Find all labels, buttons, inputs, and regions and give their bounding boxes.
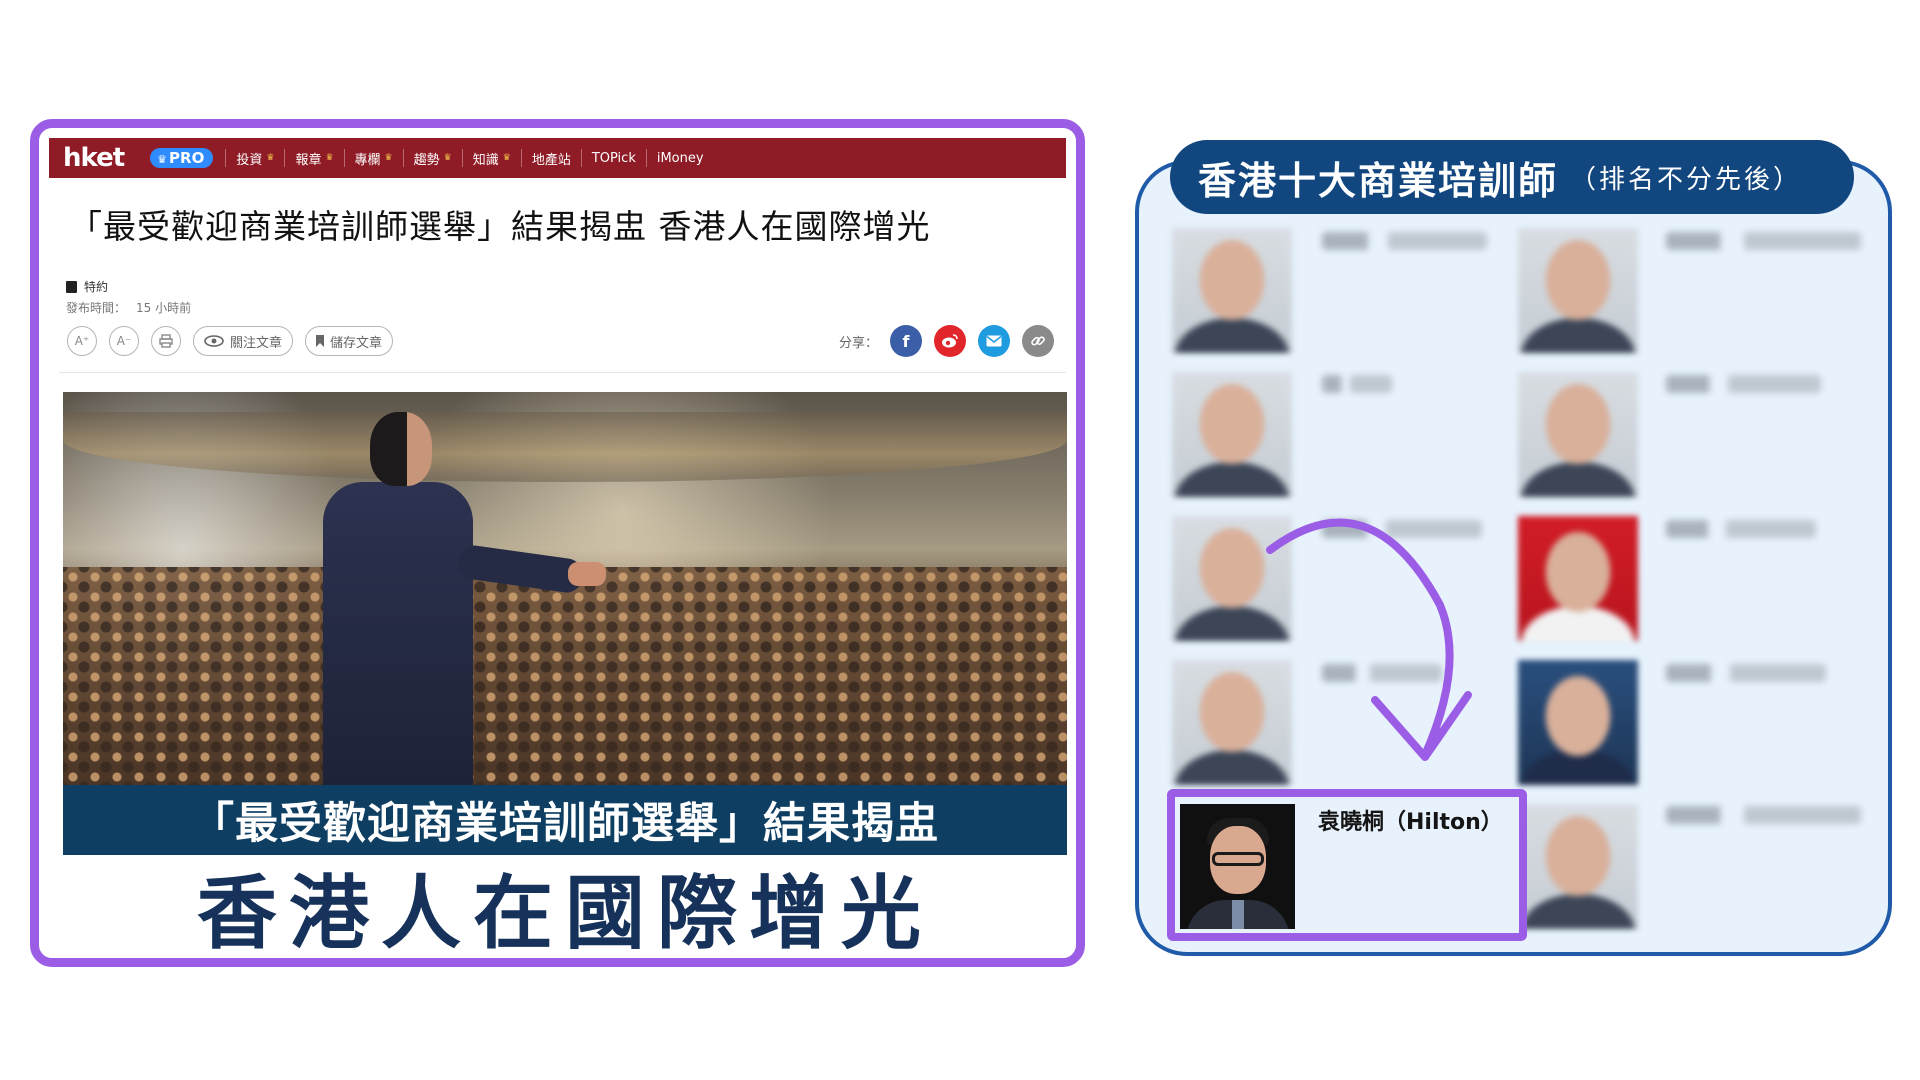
ranking-title: 香港十大商業培訓師 (1198, 158, 1559, 203)
facebook-icon: f (902, 331, 910, 351)
trainer-photo-blurred (1518, 804, 1638, 929)
email-share-button[interactable] (978, 325, 1010, 357)
nav-item-label: 投資 (236, 152, 263, 168)
article-headline: 「最受歡迎商業培訓師選舉」結果揭盅 香港人在國際增光 (69, 207, 931, 246)
ranking-title-banner: 香港十大商業培訓師 （排名不分先後） (1170, 140, 1854, 214)
nav-item-label: 趨勢 (413, 152, 440, 168)
nav-item-label: 報章 (295, 152, 322, 168)
nav-item-investment[interactable]: 投資 ♛ (225, 149, 284, 168)
premium-crown-icon: ♛ (443, 153, 452, 163)
trainer-photo-blurred (1518, 660, 1638, 785)
print-button[interactable] (151, 326, 181, 356)
speaker-figure (298, 412, 606, 785)
nav-item-newspaper[interactable]: 報章 ♛ (284, 149, 343, 168)
print-icon (159, 334, 173, 348)
share-label: 分享： (838, 335, 878, 351)
featured-trainer-photo (1180, 804, 1295, 929)
trainer-name-blurred (1666, 520, 1816, 538)
trainer-name-blurred (1666, 806, 1861, 824)
category-label: 特約 (84, 280, 109, 294)
article-toolbar: A⁺ A⁻ 關注文章 儲存文章 分享： f (67, 323, 1058, 359)
trainer-name-blurred (1666, 664, 1826, 682)
hero-image: 「最受歡迎商業培訓師選舉」結果揭盅 香港人在國際增光 (63, 392, 1067, 958)
trainer-name-blurred (1322, 232, 1487, 250)
nav-item-label: iMoney (656, 150, 704, 166)
pro-badge[interactable]: ♛ PRO (150, 148, 214, 168)
nav-item-label: 地產站 (531, 152, 571, 168)
trainer-photo-blurred (1172, 372, 1292, 497)
trainer-name-blurred (1322, 375, 1392, 393)
trainer-name-blurred (1666, 375, 1821, 393)
premium-crown-icon: ♛ (325, 153, 334, 163)
font-increase-label: A⁺ (74, 334, 90, 348)
font-decrease-label: A⁻ (116, 334, 132, 348)
top-navigation-bar: hket ♛ PRO 投資 ♛ 報章 ♛ 專欄 ♛ 趨勢 ♛ 知識 ♛ 地產站 TOPick… (49, 138, 1066, 178)
curved-arrow-icon (1266, 518, 1472, 761)
save-article-label: 儲存文章 (330, 335, 383, 351)
toolbar-divider (59, 372, 1066, 373)
nav-item-label: 專欄 (354, 152, 381, 168)
document-icon (66, 280, 77, 293)
nav-item-imoney[interactable]: iMoney (645, 149, 714, 167)
bookmark-icon (316, 335, 325, 347)
publish-time-value: 15 小時前 (136, 301, 192, 315)
share-group: 分享： f (839, 325, 1054, 357)
ranking-subtitle: （排名不分先後） (1570, 164, 1803, 195)
pro-badge-label: PRO (169, 149, 205, 167)
crown-icon: ♛ (157, 153, 168, 166)
facebook-share-button[interactable]: f (890, 325, 922, 357)
article-screenshot-frame: hket ♛ PRO 投資 ♛ 報章 ♛ 專欄 ♛ 趨勢 ♛ 知識 ♛ 地產站 TOPick… (30, 119, 1085, 967)
copy-link-button[interactable] (1022, 325, 1054, 357)
article-meta: 特約 發布時間： 15 小時前 (49, 248, 1066, 316)
eye-icon (204, 335, 224, 347)
nav-item-topick[interactable]: TOPick (580, 149, 646, 167)
save-article-button[interactable]: 儲存文章 (305, 326, 394, 356)
hero-caption-line1: 「最受歡迎商業培訓師選舉」結果揭盅 (63, 785, 1067, 855)
nav-item-knowledge[interactable]: 知識 ♛ (461, 149, 521, 168)
premium-crown-icon: ♛ (266, 153, 275, 163)
follow-article-label: 關注文章 (230, 335, 283, 351)
trainer-photo-blurred (1518, 228, 1638, 353)
premium-crown-icon: ♛ (384, 153, 393, 163)
email-icon (986, 335, 1002, 347)
premium-crown-icon: ♛ (502, 153, 511, 163)
font-decrease-button[interactable]: A⁻ (109, 326, 139, 356)
nav-item-trend[interactable]: 趨勢 ♛ (402, 149, 462, 168)
speaker-head (370, 412, 432, 486)
featured-trainer-name: 袁曉桐（Hilton） (1318, 810, 1503, 835)
speaker-hand (568, 562, 606, 586)
follow-article-button[interactable]: 關注文章 (193, 326, 294, 356)
link-icon (1031, 336, 1045, 346)
hero-caption-line2: 香港人在國際增光 (63, 855, 1067, 958)
featured-tie (1232, 900, 1244, 929)
nav-item-label: TOPick (591, 150, 636, 166)
featured-glasses (1212, 852, 1264, 866)
trainer-photo-blurred (1518, 372, 1638, 497)
article-page: hket ♛ PRO 投資 ♛ 報章 ♛ 專欄 ♛ 趨勢 ♛ 知識 ♛ 地產站 TOPick… (49, 138, 1067, 958)
article-category: 特約 (66, 278, 1066, 295)
font-increase-button[interactable]: A⁺ (67, 326, 97, 356)
nav-item-property[interactable]: 地產站 (520, 149, 581, 168)
weibo-icon (942, 334, 958, 348)
weibo-share-button[interactable] (934, 325, 966, 357)
publish-time: 發布時間： 15 小時前 (66, 299, 1066, 316)
publish-time-label: 發布時間： (66, 301, 127, 315)
trainer-photo-blurred (1172, 228, 1292, 353)
nav-item-label: 知識 (472, 152, 499, 168)
trainer-photo-blurred (1518, 516, 1638, 641)
audience-crowd (63, 567, 1067, 785)
nav-item-column[interactable]: 專欄 ♛ (343, 149, 403, 168)
hket-logo[interactable]: hket (63, 143, 125, 173)
speaker-body (323, 482, 473, 785)
trainer-name-blurred (1666, 232, 1861, 250)
